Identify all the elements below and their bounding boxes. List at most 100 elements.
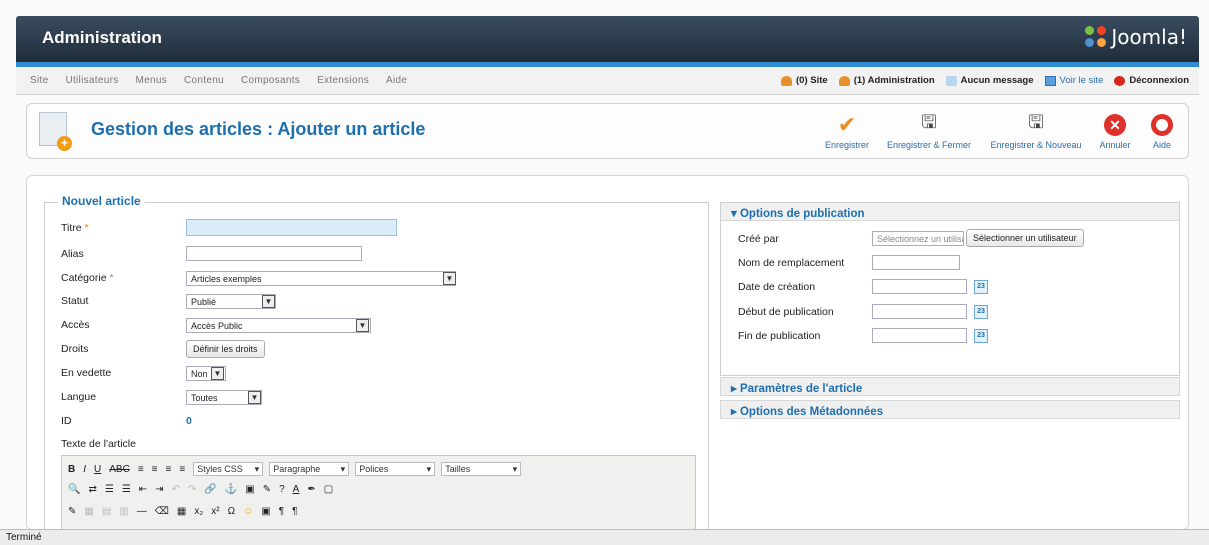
save-new-button[interactable]: 🖫 Enregistrer & Nouveau — [984, 110, 1088, 150]
view-site-link[interactable]: Voir le site — [1044, 75, 1103, 86]
media-icon[interactable]: ▣ — [261, 506, 270, 517]
calendar-icon[interactable]: 23 — [974, 280, 988, 294]
category-select[interactable]: Articles exemples — [186, 271, 456, 286]
status-messages[interactable]: Aucun message — [945, 75, 1034, 86]
created-date-input[interactable] — [872, 279, 967, 294]
superscript-icon[interactable]: x² — [211, 506, 219, 517]
menu-extensions[interactable]: Extensions — [317, 75, 369, 86]
fullscreen-icon[interactable]: ▢ — [324, 484, 333, 495]
cancel-button[interactable]: ✕ Annuler — [1095, 110, 1135, 150]
underline-icon[interactable]: U — [94, 464, 101, 475]
link-icon[interactable]: 🔗 — [204, 484, 216, 495]
chevron-down-icon[interactable]: ▼ — [248, 391, 261, 404]
menu-menus[interactable]: Menus — [136, 75, 168, 86]
admin-header: Administration Joomla! — [16, 16, 1199, 62]
replace-icon[interactable]: ⇄ — [88, 484, 96, 495]
highlight-icon[interactable]: ✒ — [307, 484, 315, 495]
image-icon[interactable]: ▣ — [245, 484, 254, 495]
chevron-down-icon[interactable]: ▼ — [443, 272, 456, 285]
publishing-header[interactable]: ▾ Options de publication — [721, 203, 1179, 221]
help-button[interactable]: Aide — [1145, 110, 1179, 150]
publish-up-input[interactable] — [872, 304, 967, 319]
paragraph-select[interactable]: Paragraphe ▾ — [269, 462, 350, 476]
featured-label: En vedette — [61, 367, 112, 379]
help-icon[interactable]: ? — [279, 484, 285, 495]
menu-content[interactable]: Contenu — [184, 75, 224, 86]
logout-link[interactable]: Déconnexion — [1114, 75, 1189, 86]
joomla-logo[interactable]: Joomla! — [1085, 25, 1187, 49]
status-site[interactable]: (0) Site — [781, 75, 828, 86]
styles-select[interactable]: Styles CSS ▾ — [193, 462, 264, 476]
italic-icon[interactable]: I — [83, 464, 86, 475]
sizes-select[interactable]: Tailles ▾ — [441, 462, 522, 476]
created-by-input[interactable]: Sélectionnez un utilisateur — [872, 231, 964, 246]
save-button[interactable]: ✔ Enregistrer — [817, 110, 877, 150]
align-center-icon[interactable]: ≡ — [152, 464, 158, 475]
header-title: Administration — [42, 28, 162, 47]
menu-site[interactable]: Site — [30, 75, 48, 86]
access-label: Accès — [61, 319, 90, 331]
monitor-icon — [1044, 75, 1056, 86]
save-icon: 🖫 — [921, 112, 937, 132]
numbered-list-icon[interactable]: ☰ — [122, 484, 131, 495]
text-color-icon[interactable]: A — [293, 484, 300, 495]
special-char-icon[interactable]: Ω — [228, 506, 235, 517]
chevron-down-icon[interactable]: ▼ — [211, 367, 224, 380]
bold-icon[interactable]: B — [68, 464, 75, 475]
eraser-icon[interactable]: ⌫ — [155, 506, 169, 517]
select-user-button[interactable]: Sélectionner un utilisateur — [966, 229, 1084, 247]
metadata-panel[interactable]: ▸ Options des Métadonnées — [720, 400, 1180, 419]
article-params-panel[interactable]: ▸ Paramètres de l'article — [720, 377, 1180, 396]
subscript-icon[interactable]: x₂ — [194, 506, 203, 517]
outdent-icon[interactable]: ⇤ — [139, 484, 147, 495]
fieldset-legend: Nouvel article — [58, 194, 145, 208]
created-date-label: Date de création — [738, 281, 816, 293]
strikethrough-icon[interactable]: ABC — [109, 464, 130, 475]
emoticon-icon[interactable]: ☺ — [243, 506, 253, 517]
define-rights-button[interactable]: Définir les droits — [186, 340, 265, 358]
row-icon[interactable]: ▤ — [102, 506, 111, 517]
logo-text: Joomla! — [1111, 25, 1187, 49]
calendar-icon[interactable]: 23 — [974, 305, 988, 319]
alias-label: Alias — [61, 248, 84, 260]
rtl-icon[interactable]: ¶ — [292, 506, 297, 517]
undo-icon[interactable]: ↶ — [172, 484, 180, 495]
title-input[interactable] — [186, 219, 397, 236]
chevron-down-icon[interactable]: ▼ — [262, 295, 275, 308]
menu-users[interactable]: Utilisateurs — [65, 75, 118, 86]
publish-down-input[interactable] — [872, 328, 967, 343]
id-value: 0 — [186, 415, 192, 427]
calendar-icon[interactable]: ▦ — [177, 506, 186, 517]
menu-help[interactable]: Aide — [386, 75, 407, 86]
column-icon[interactable]: ▥ — [119, 506, 128, 517]
indent-icon[interactable]: ⇥ — [155, 484, 163, 495]
save-close-button[interactable]: 🖫 Enregistrer & Fermer — [881, 110, 977, 150]
table-icon[interactable]: ▦ — [84, 506, 93, 517]
browser-window: Administration Joomla! Site Utilisateurs… — [0, 0, 1209, 545]
main-menu: Site Utilisateurs Menus Contenu Composan… — [30, 75, 424, 86]
menu-bar: Site Utilisateurs Menus Contenu Composan… — [16, 67, 1199, 95]
fonts-select[interactable]: Polices ▾ — [355, 462, 436, 476]
editor-toolbar-row-3: ✎ ▦ ▤ ▥ — ⌫ ▦ x₂ x² Ω ☺ ▣ ¶ ¶ — [68, 506, 305, 517]
calendar-icon[interactable]: 23 — [974, 329, 988, 343]
find-icon[interactable]: 🔍 — [68, 484, 80, 495]
access-select[interactable]: Accès Public — [186, 318, 371, 333]
align-justify-icon[interactable]: ≡ — [179, 464, 185, 475]
align-left-icon[interactable]: ≡ — [138, 464, 144, 475]
anchor-icon[interactable]: ⚓ — [225, 484, 237, 495]
alias-input[interactable] — [186, 246, 362, 261]
cleanup-icon[interactable]: ✎ — [263, 484, 271, 495]
status-admin[interactable]: (1) Administration — [838, 75, 935, 86]
edit-icon[interactable]: ✎ — [68, 506, 76, 517]
chevron-down-icon[interactable]: ▼ — [356, 319, 369, 332]
joomla-logo-icon — [1085, 26, 1107, 48]
editor-toolbar-row-2: 🔍 ⇄ ☰ ☰ ⇤ ⇥ ↶ ↷ 🔗 ⚓ ▣ ✎ ? A ✒ ▢ — [68, 484, 341, 495]
menu-components[interactable]: Composants — [241, 75, 300, 86]
bullet-list-icon[interactable]: ☰ — [105, 484, 114, 495]
lifebuoy-icon — [1151, 114, 1173, 136]
alias-name-input[interactable] — [872, 255, 960, 270]
ltr-icon[interactable]: ¶ — [279, 506, 284, 517]
hr-icon[interactable]: — — [137, 506, 147, 517]
align-right-icon[interactable]: ≡ — [166, 464, 172, 475]
redo-icon[interactable]: ↷ — [188, 484, 196, 495]
